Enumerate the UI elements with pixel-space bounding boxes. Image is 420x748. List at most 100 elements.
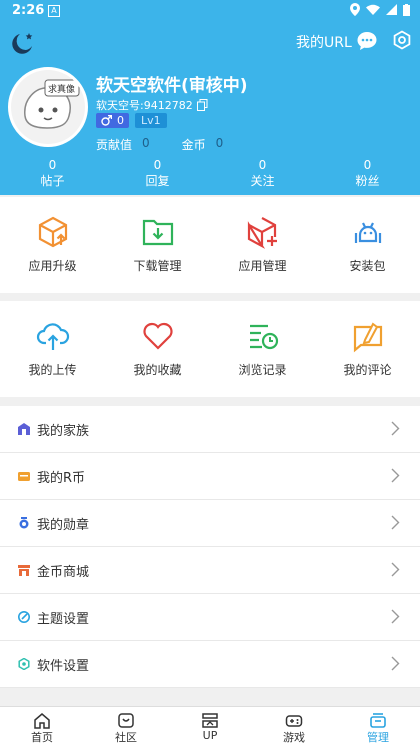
avatar[interactable]: 求真像: [8, 67, 88, 147]
home-icon: [34, 713, 50, 729]
grid-label: 安装包: [349, 259, 386, 273]
grid-label: 我的收藏: [133, 363, 182, 377]
history-icon: [249, 324, 278, 350]
nav-label: UP: [202, 729, 218, 742]
chevron-right-icon: [391, 656, 400, 671]
level-badge: Lv1: [135, 113, 167, 128]
grid-label: 下载管理: [133, 259, 182, 273]
gender-count: 0: [117, 114, 124, 127]
chevron-right-icon: [391, 515, 400, 530]
up-icon: [202, 713, 218, 728]
grid-app-manager[interactable]: 应用管理: [210, 197, 315, 293]
username: 软天空软件(审核中): [96, 76, 248, 96]
grid-label: 浏览记录: [238, 363, 287, 377]
nav-label: 管理: [367, 731, 389, 744]
menu-my-medals[interactable]: 我的勋章: [0, 500, 420, 547]
badges: 0 Lv1: [96, 113, 167, 128]
male-icon: [101, 115, 112, 126]
app-upgrade-icon: [38, 216, 67, 248]
stat-posts[interactable]: 0 帖子: [0, 157, 105, 189]
grid-label: 我的上传: [28, 363, 77, 377]
grid-browse-history[interactable]: 浏览记录: [210, 301, 315, 397]
app-manage-icon: [247, 217, 277, 249]
contribution-row: 贡献值 0 金币 0: [96, 136, 223, 153]
menu-label: 我的勋章: [37, 517, 90, 533]
nav-manage[interactable]: 管理: [336, 707, 420, 748]
stat-value: 0: [363, 158, 372, 172]
contribution-value: 0: [142, 136, 150, 150]
menu-theme-settings[interactable]: 主题设置: [0, 594, 420, 641]
grid-label: 应用升级: [28, 259, 77, 273]
grid-app-upgrade[interactable]: 应用升级: [0, 197, 105, 293]
menu-my-family[interactable]: 我的家族: [0, 406, 420, 453]
settings-icon: [18, 658, 30, 670]
nav-label: 游戏: [283, 731, 305, 744]
user-id-row: 软天空号:9412782: [96, 97, 208, 113]
night-mode-icon[interactable]: [10, 30, 36, 56]
nav-label: 首页: [31, 731, 53, 744]
menu-list: 我的家族 我的R币 我的勋章 金币商城 主题设置 软件设置: [0, 406, 420, 688]
wifi-icon: [366, 4, 380, 15]
chevron-right-icon: [391, 609, 400, 624]
manage-icon: [370, 713, 386, 728]
android-package-icon: [354, 222, 381, 243]
coins-label: 金币: [181, 138, 206, 152]
heart-icon: [142, 322, 173, 350]
stat-label: 关注: [250, 174, 275, 188]
stat-fans[interactable]: 0 粉丝: [315, 157, 420, 189]
rcoin-icon: [18, 472, 30, 481]
copy-icon[interactable]: [196, 99, 208, 111]
stat-following[interactable]: 0 关注: [210, 157, 315, 189]
signal-icon: [386, 4, 397, 15]
cloud-upload-icon: [36, 323, 69, 350]
nav-games[interactable]: 游戏: [252, 707, 336, 748]
comment-icon: [353, 322, 382, 353]
stat-label: 粉丝: [355, 174, 380, 188]
app-tools-grid: 应用升级 下载管理 应用管理 安装包: [0, 197, 420, 293]
nav-home[interactable]: 首页: [0, 707, 84, 748]
grid-download-manager[interactable]: 下载管理: [105, 197, 210, 293]
grid-install-package[interactable]: 安装包: [315, 197, 420, 293]
grid-label: 我的评论: [343, 363, 392, 377]
grid-my-comments[interactable]: 我的评论: [315, 301, 420, 397]
shop-icon: [18, 565, 30, 576]
contribution-label: 贡献值: [96, 138, 133, 152]
gamepad-icon: [285, 715, 303, 727]
grid-label: 应用管理: [238, 259, 287, 273]
download-folder-icon: [142, 219, 173, 246]
menu-label: 我的家族: [37, 423, 90, 439]
menu-label: 软件设置: [37, 658, 90, 674]
stats-row: 0 帖子 0 回复 0 关注 0 粉丝: [0, 157, 420, 189]
grid-my-favorites[interactable]: 我的收藏: [105, 301, 210, 397]
family-icon: [18, 423, 30, 435]
gender-badge: 0: [96, 113, 129, 128]
stat-value: 0: [153, 158, 162, 172]
grid-my-uploads[interactable]: 我的上传: [0, 301, 105, 397]
coins-value: 0: [215, 136, 224, 150]
menu-software-settings[interactable]: 软件设置: [0, 641, 420, 688]
medal-icon: [19, 517, 29, 529]
system-icons: [350, 3, 410, 16]
stat-value: 0: [258, 158, 267, 172]
battery-icon: [403, 3, 410, 16]
menu-coin-shop[interactable]: 金币商城: [0, 547, 420, 594]
menu-label: 我的R币: [37, 470, 86, 486]
avatar-caption: 求真像: [48, 85, 76, 95]
stat-replies[interactable]: 0 回复: [105, 157, 210, 189]
gear-icon[interactable]: [392, 30, 412, 50]
my-url-button[interactable]: 我的URL: [296, 32, 352, 52]
chat-icon[interactable]: [356, 30, 378, 52]
top-bar: 我的URL: [0, 26, 420, 56]
menu-label: 金币商城: [37, 564, 90, 580]
menu-my-rcoin[interactable]: 我的R币: [0, 453, 420, 500]
status-time: 2:26: [12, 3, 45, 18]
stat-label: 回复: [145, 174, 170, 188]
nav-up[interactable]: UP: [168, 707, 252, 748]
personal-grid: 我的上传 我的收藏 浏览记录 我的评论: [0, 301, 420, 397]
bottom-navigation: 首页 社区 UP 游戏 管理: [0, 706, 420, 748]
chevron-right-icon: [391, 468, 400, 483]
community-icon: [118, 713, 134, 728]
stat-value: 0: [48, 158, 57, 172]
stat-label: 帖子: [40, 174, 65, 188]
nav-community[interactable]: 社区: [84, 707, 168, 748]
